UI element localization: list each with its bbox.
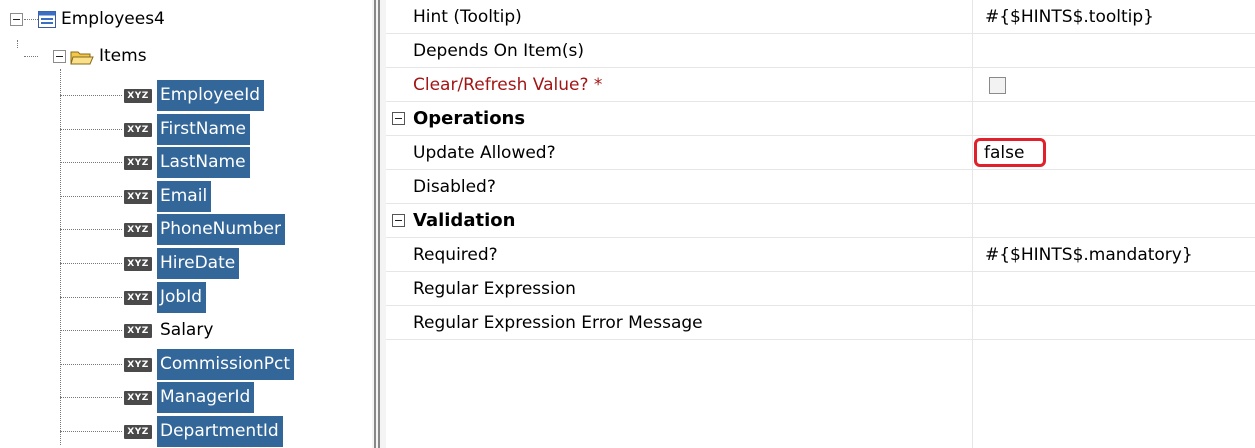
tree-item-label[interactable]: ManagerId [157, 382, 255, 413]
tree-item[interactable]: XYZ ManagerId [124, 381, 255, 414]
tree-node-root[interactable]: Employees4 [10, 3, 169, 36]
property-name-required: Clear/Refresh Value? * [413, 75, 603, 95]
category-operations[interactable]: Operations [386, 102, 1255, 136]
property-row-required[interactable]: Required? #{$HINTS$.mandatory} [386, 238, 1255, 272]
tree-item[interactable]: XYZ HireDate [124, 247, 240, 280]
attribute-icon: XYZ [124, 222, 152, 237]
tree-guide-line [24, 56, 38, 57]
property-value[interactable]: false [984, 136, 1024, 170]
tree-item[interactable]: XYZ PhoneNumber [124, 213, 285, 246]
clear-refresh-checkbox[interactable] [989, 77, 1006, 94]
property-value[interactable]: #{$HINTS$.mandatory} [985, 238, 1193, 272]
category-title: Validation [413, 210, 516, 231]
tree-item[interactable]: XYZ DepartmentId [124, 415, 283, 448]
collapse-icon[interactable] [392, 112, 405, 125]
attribute-icon: XYZ [124, 323, 152, 338]
tree-item-label[interactable]: EmployeeId [157, 80, 264, 111]
property-value-cell[interactable] [972, 68, 1255, 102]
property-name: Regular Expression Error Message [413, 313, 703, 333]
property-name: Regular Expression [413, 279, 576, 299]
tree-node-items-folder[interactable]: Items [53, 40, 151, 73]
property-inspector: Hint (Tooltip) #{$HINTS$.tooltip} Depend… [386, 0, 1255, 448]
tree-guide-line [60, 129, 122, 130]
property-name: Hint (Tooltip) [413, 7, 522, 27]
tree-item[interactable]: XYZ JobId [124, 281, 207, 314]
tree-item-label[interactable]: CommissionPct [157, 349, 294, 380]
property-name: Required? [413, 245, 498, 265]
tree-item-label[interactable]: JobId [157, 282, 207, 313]
property-value-cell[interactable] [972, 306, 1255, 340]
tree-item[interactable]: XYZ Salary [124, 314, 217, 347]
tree-guide-line [60, 69, 61, 445]
attribute-icon: XYZ [124, 390, 152, 405]
property-row-hint[interactable]: Hint (Tooltip) #{$HINTS$.tooltip} [386, 0, 1255, 34]
property-name: Depends On Item(s) [413, 41, 585, 61]
tree-guide-line [60, 431, 122, 432]
tree-guide-line [60, 196, 122, 197]
category-validation[interactable]: Validation [386, 204, 1255, 238]
property-value-cell[interactable] [972, 272, 1255, 306]
property-row-clear-refresh[interactable]: Clear/Refresh Value? * [386, 68, 1255, 102]
structure-tree: Employees4 Items XYZ EmployeeId XYZ FirstNa… [0, 0, 372, 448]
attribute-icon: XYZ [124, 424, 152, 439]
collapse-icon[interactable] [10, 13, 23, 26]
tree-item[interactable]: XYZ Email [124, 180, 212, 213]
tree-folder-label[interactable]: Items [96, 41, 151, 72]
view-object-icon [38, 11, 56, 28]
tree-guide-line [60, 162, 122, 163]
attribute-icon: XYZ [124, 290, 152, 305]
property-value-cell[interactable]: false [972, 136, 1255, 170]
tree-guide-line [60, 229, 122, 230]
tree-guide-line [60, 330, 122, 331]
property-value[interactable]: #{$HINTS$.tooltip} [985, 0, 1154, 34]
property-name: Disabled? [413, 177, 496, 197]
tree-guide-line [60, 263, 122, 264]
tree-item-label[interactable]: DepartmentId [157, 416, 283, 447]
property-value-cell[interactable]: #{$HINTS$.mandatory} [972, 238, 1255, 272]
attribute-icon: XYZ [124, 155, 152, 170]
property-row-regex-error[interactable]: Regular Expression Error Message [386, 306, 1255, 340]
collapse-icon[interactable] [392, 214, 405, 227]
property-value-cell[interactable] [972, 170, 1255, 204]
tree-item[interactable]: XYZ EmployeeId [124, 79, 264, 112]
tree-item[interactable]: XYZ CommissionPct [124, 348, 294, 381]
property-row-regex[interactable]: Regular Expression [386, 272, 1255, 306]
tree-item-label[interactable]: LastName [157, 147, 250, 178]
tree-guide-line [17, 40, 18, 48]
category-value-cell [972, 102, 1255, 136]
tree-root-label[interactable]: Employees4 [58, 4, 169, 35]
panel-splitter[interactable] [372, 0, 386, 448]
tree-item[interactable]: XYZ FirstName [124, 113, 250, 146]
property-row-depends-on[interactable]: Depends On Item(s) [386, 34, 1255, 68]
property-value-cell [972, 340, 1255, 448]
tree-item-label[interactable]: Email [157, 181, 212, 212]
tree-item[interactable]: XYZ LastName [124, 146, 250, 179]
tree-item-label[interactable]: FirstName [157, 114, 250, 145]
folder-icon [70, 49, 94, 65]
category-value-cell [972, 204, 1255, 238]
attribute-icon: XYZ [124, 357, 152, 372]
property-row-disabled[interactable]: Disabled? [386, 170, 1255, 204]
property-value-cell[interactable] [972, 34, 1255, 68]
tree-guide-line [60, 397, 122, 398]
category-title: Operations [413, 108, 526, 129]
attribute-icon: XYZ [124, 88, 152, 103]
tree-guide-line [60, 364, 122, 365]
property-row-update-allowed[interactable]: Update Allowed? false [386, 136, 1255, 170]
tree-guide-line [60, 297, 122, 298]
property-value-cell[interactable]: #{$HINTS$.tooltip} [972, 0, 1255, 34]
tree-item-label[interactable]: Salary [157, 315, 217, 346]
tree-guide-line [60, 95, 122, 96]
collapse-icon[interactable] [53, 50, 66, 63]
tree-item-label[interactable]: PhoneNumber [157, 214, 285, 245]
tree-item-label[interactable]: HireDate [157, 248, 240, 279]
property-row-empty [386, 340, 1255, 448]
attribute-icon: XYZ [124, 122, 152, 137]
attribute-icon: XYZ [124, 189, 152, 204]
property-name: Update Allowed? [413, 143, 556, 163]
attribute-icon: XYZ [124, 256, 152, 271]
